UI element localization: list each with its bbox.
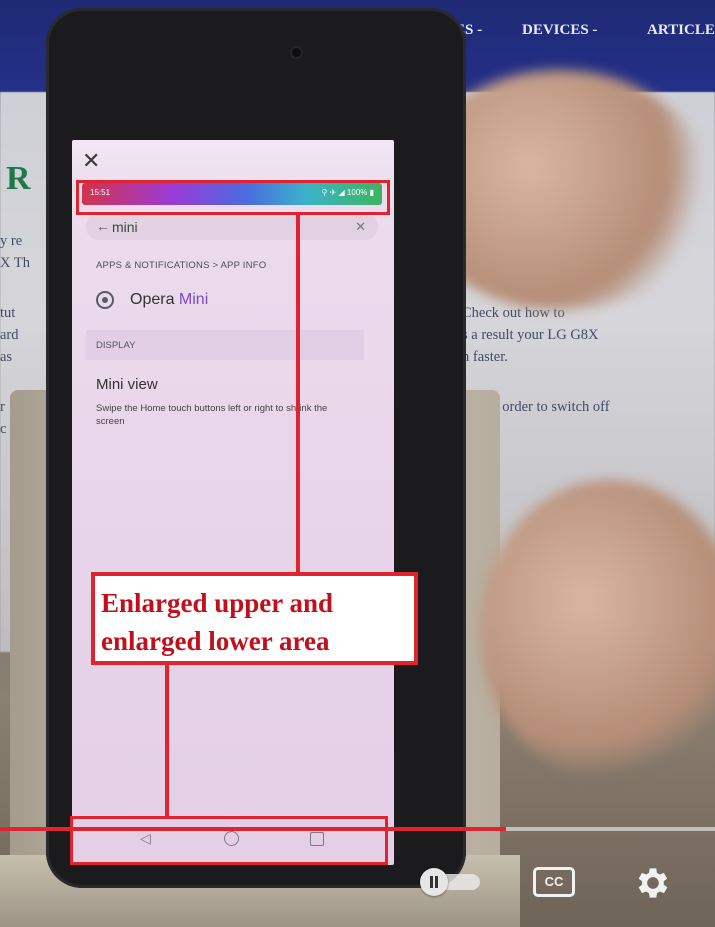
front-camera [292,48,301,57]
website-text-left: y re X Th [0,233,30,271]
search-input[interactable]: mini [112,219,138,235]
close-icon[interactable]: ✕ [82,148,100,174]
app-settings-icon [96,291,114,309]
pause-icon [420,868,448,896]
upper-area-highlight [76,180,390,215]
website-text-left: r c [0,399,7,437]
cc-button[interactable]: CC [533,867,575,897]
setting-title[interactable]: Mini view [96,376,158,393]
phone-screen: ✕ 15:51 ⚲ ✈ ◢ 100% ▮ ← mini ✕ APPS & NOT… [72,140,394,865]
section-label: DISPLAY [96,340,136,351]
website-nav-item: ARTICLE [647,22,715,38]
autoplay-toggle[interactable] [420,868,482,896]
connector-line-lower [165,662,169,818]
search-result-item[interactable]: Opera Mini [86,282,378,320]
annotation-label: Enlarged upper and enlarged lower area [101,588,334,656]
website-nav-item: DEVICES - [522,22,598,38]
setting-description: Swipe the Home touch buttons left or rig… [96,403,328,427]
back-arrow-icon[interactable]: ← [96,218,110,234]
website-title-fragment: R [6,160,31,197]
connector-line-upper [296,213,300,575]
annotation-label-box: Enlarged upper and enlarged lower area [91,572,418,665]
website-text-right: Check out how to s a result your LG G8X … [462,305,599,365]
breadcrumb: APPS & NOTIFICATIONS > APP INFO [96,260,267,271]
result-label: Opera Mini [130,291,209,308]
gear-icon[interactable] [633,863,673,903]
clear-icon[interactable]: ✕ [355,219,366,235]
website-text-left: tut ard as [0,305,19,365]
video-frame: ES - DEVICES - ARTICLE R y re X Th tut a… [0,0,715,927]
settings-search-bar[interactable]: ← mini ✕ [86,214,378,240]
video-progress-fill[interactable] [0,827,507,831]
lower-area-highlight [70,816,388,865]
section-header: DISPLAY [86,330,364,360]
